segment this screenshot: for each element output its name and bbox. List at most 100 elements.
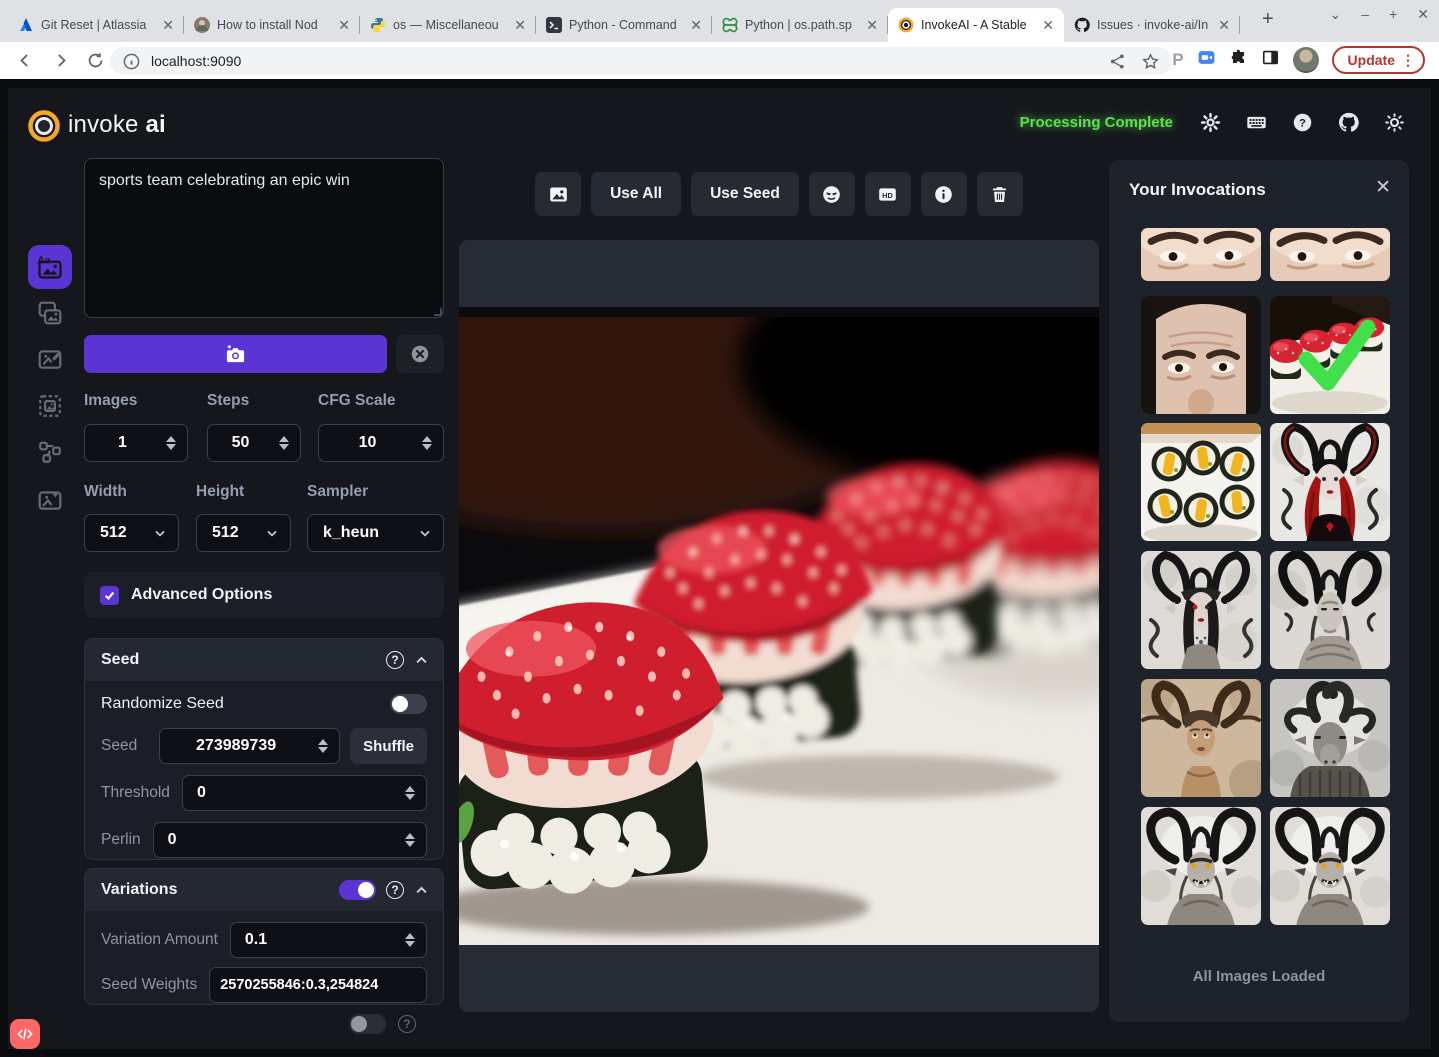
threshold-input[interactable]: 0 [182,775,427,811]
param-label: Width [84,483,127,501]
browser-tab[interactable]: Python | os.path.sp ✕ [712,8,888,42]
gallery-thumbnail[interactable] [1141,228,1261,281]
browser-tab[interactable]: Python - Command ✕ [536,8,712,42]
hotkeys-keyboard-icon[interactable] [1246,112,1267,133]
generated-image[interactable] [459,307,1099,945]
param-label: Height [196,483,244,501]
browser-tab[interactable]: InvokeAI - A Stable ✕ [888,8,1064,42]
browser-tab[interactable]: How to install Nod ✕ [184,8,360,42]
send-to-image-to-image-button[interactable] [535,172,581,216]
gallery-thumbnail[interactable] [1270,551,1390,669]
tab-close-icon[interactable]: ✕ [1216,17,1232,34]
use-all-button[interactable]: Use All [591,172,681,216]
fix-faces-button[interactable] [809,172,855,216]
tab-nodes[interactable] [36,438,64,466]
gallery-thumbnail[interactable] [1141,423,1261,541]
gallery-close-icon[interactable]: ✕ [1375,176,1391,199]
width-select[interactable]: 512 [84,514,179,552]
avatar-favicon [194,17,210,33]
seed-panel-header[interactable]: Seed ? [85,639,443,681]
bookmark-star-icon[interactable] [1141,52,1160,71]
gallery-thumbnail[interactable] [1270,296,1390,414]
images-input[interactable]: 1 [84,424,188,462]
tab-close-icon[interactable]: ✕ [336,17,352,34]
github-icon[interactable] [1338,112,1359,133]
tab-inpainting[interactable] [36,345,64,373]
gallery-thumbnail[interactable] [1270,807,1390,925]
variations-help-icon[interactable]: ? [386,881,404,899]
variations-panel-header[interactable]: Variations ? [85,869,443,911]
gallery-thumbnail[interactable] [1270,679,1390,797]
chevron-up-icon[interactable] [414,883,429,898]
height-select[interactable]: 512 [196,514,291,552]
cfg-scale-input[interactable]: 10 [318,424,444,462]
window-minimize-icon[interactable]: – [1361,6,1369,23]
dev-console-button[interactable] [10,1019,40,1049]
settings-gear-icon[interactable] [1200,112,1221,133]
randomize-seed-toggle[interactable] [390,694,427,714]
gallery-thumbnail[interactable] [1270,228,1390,281]
new-tab-button[interactable]: + [1262,8,1274,31]
site-info-icon[interactable] [122,52,141,71]
sampler-select[interactable]: k_heun [307,514,444,552]
tab-image-to-image[interactable] [36,299,64,327]
tab-close-icon[interactable]: ✕ [688,17,704,34]
browser-tab[interactable]: Issues · invoke-ai/In ✕ [1064,8,1240,42]
gallery-thumbnail[interactable] [1141,679,1261,797]
share-icon[interactable] [1108,52,1127,71]
seed-weights-input[interactable]: 2570255846:0.3,254824 [209,967,427,1003]
variation-amount-input[interactable]: 0.1 [230,922,427,958]
url-text[interactable]: localhost:9090 [151,53,1094,69]
stub-help-icon[interactable]: ? [398,1015,416,1033]
invoke-button[interactable] [84,335,387,373]
status-badge: Processing Complete [1020,114,1173,131]
shuffle-seed-button[interactable]: Shuffle [350,728,427,764]
reload-icon[interactable] [86,51,105,70]
window-close-icon[interactable]: ✕ [1417,6,1429,23]
gfg-favicon [722,17,738,33]
delete-image-button[interactable] [977,172,1023,216]
tab-close-icon[interactable]: ✕ [864,17,880,34]
advanced-options-checkbox[interactable] [100,586,119,605]
extension-p-icon[interactable]: P [1172,50,1183,70]
browser-tab[interactable]: Git Reset | Atlassia ✕ [8,8,184,42]
browser-menu-icon[interactable]: ⋮ [1401,52,1415,69]
gallery-thumbnail[interactable] [1141,807,1261,925]
address-bar[interactable]: localhost:9090 [110,47,1172,75]
perlin-input[interactable]: 0 [153,822,427,858]
variations-toggle[interactable] [339,880,376,900]
steps-input[interactable]: 50 [207,424,301,462]
update-button[interactable]: Update⋮ [1332,46,1425,74]
gallery-thumbnail[interactable] [1270,423,1390,541]
theme-icon[interactable] [1384,112,1405,133]
tab-close-icon[interactable]: ✕ [1040,17,1056,34]
use-seed-button[interactable]: Use Seed [691,172,799,216]
cancel-button[interactable] [396,335,444,373]
tab-outpainting[interactable] [36,392,64,420]
help-icon[interactable]: ? [1292,112,1313,133]
window-maximize-icon[interactable]: + [1389,6,1397,23]
prompt-input[interactable] [84,158,444,318]
stub-toggle[interactable] [349,1014,386,1034]
image-details-button[interactable] [921,172,967,216]
video-extension-icon[interactable] [1197,48,1216,72]
gallery-thumbnail[interactable] [1141,296,1261,414]
back-icon[interactable] [16,51,35,70]
seed-help-icon[interactable]: ? [386,651,404,669]
seed-input[interactable]: 273989739 [159,728,340,764]
profile-avatar[interactable] [1293,47,1319,73]
sidebar-toggle-icon[interactable] [1261,48,1280,72]
browser-tab[interactable]: os — Miscellaneou ✕ [360,8,536,42]
tab-close-icon[interactable]: ✕ [512,17,528,34]
forward-icon[interactable] [51,51,70,70]
gallery-thumbnail[interactable] [1141,551,1261,669]
tab-text-to-image[interactable]: Aa [28,245,72,289]
advanced-options-row[interactable]: Advanced Options [84,572,444,618]
tab-close-icon[interactable]: ✕ [160,17,176,34]
chevron-up-icon[interactable] [414,653,429,668]
window-menu-icon[interactable]: ⌄ [1330,6,1342,23]
invoke-ai-app: invoke ai Processing Complete ? Aa Image… [8,88,1431,1049]
extensions-puzzle-icon[interactable] [1229,48,1248,72]
tab-postprocessing[interactable] [36,486,64,514]
upscale-button[interactable]: HD [865,172,911,216]
